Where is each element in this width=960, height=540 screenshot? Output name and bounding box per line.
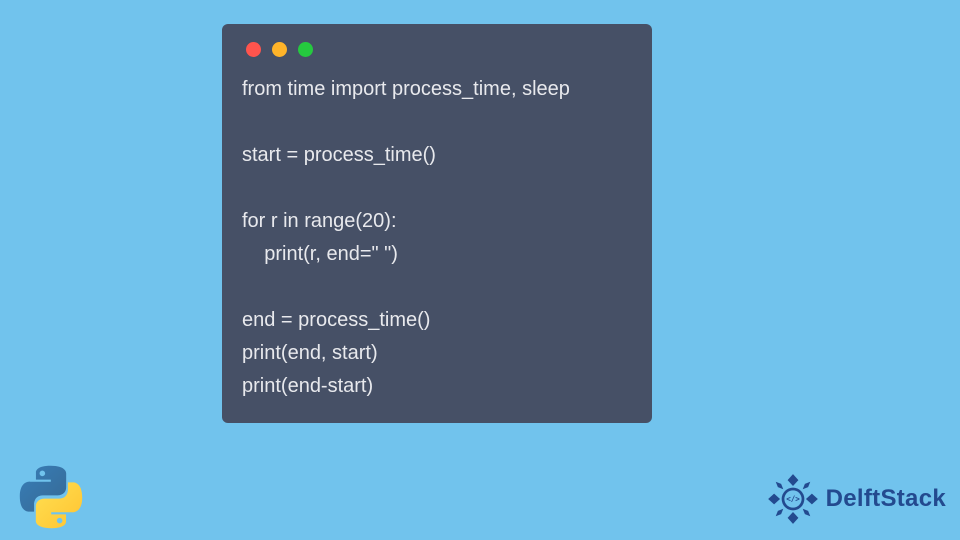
code-line: start = process_time()	[242, 144, 436, 166]
svg-text:</>: </>	[786, 495, 800, 504]
window-traffic-lights	[242, 38, 632, 57]
close-icon	[246, 42, 261, 57]
code-line: for r in range(20):	[242, 210, 397, 232]
delftstack-logo-icon: </>	[766, 472, 820, 526]
code-line: print(end-start)	[242, 375, 373, 397]
code-line: end = process_time()	[242, 309, 430, 331]
brand-footer: </> DelftStack	[766, 472, 946, 526]
code-line: print(end, start)	[242, 342, 378, 364]
code-window: from time import process_time, sleep sta…	[222, 24, 652, 423]
code-block: from time import process_time, sleep sta…	[242, 73, 632, 403]
brand-name: DelftStack	[826, 485, 946, 513]
maximize-icon	[298, 42, 313, 57]
python-logo-icon	[18, 464, 84, 530]
code-line: print(r, end=" ")	[242, 243, 398, 265]
minimize-icon	[272, 42, 287, 57]
code-line: from time import process_time, sleep	[242, 78, 570, 100]
